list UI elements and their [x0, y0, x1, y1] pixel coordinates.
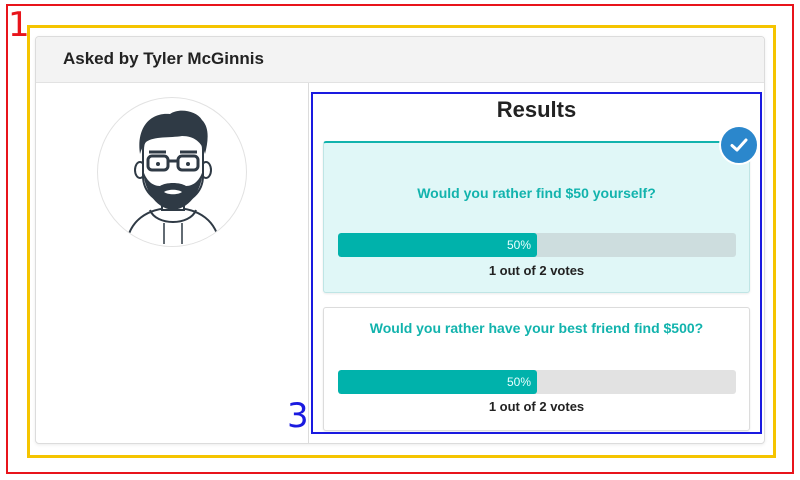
asked-by-label: Asked by Tyler McGinnis: [63, 49, 264, 68]
annotation-label-3: 3: [287, 396, 309, 436]
annotation-label-1: 1: [8, 5, 30, 45]
annotation-box-3: [311, 92, 762, 434]
bearded-man-avatar-icon: [97, 97, 247, 247]
author-panel: [36, 83, 309, 444]
card-header: Asked by Tyler McGinnis: [36, 37, 764, 83]
